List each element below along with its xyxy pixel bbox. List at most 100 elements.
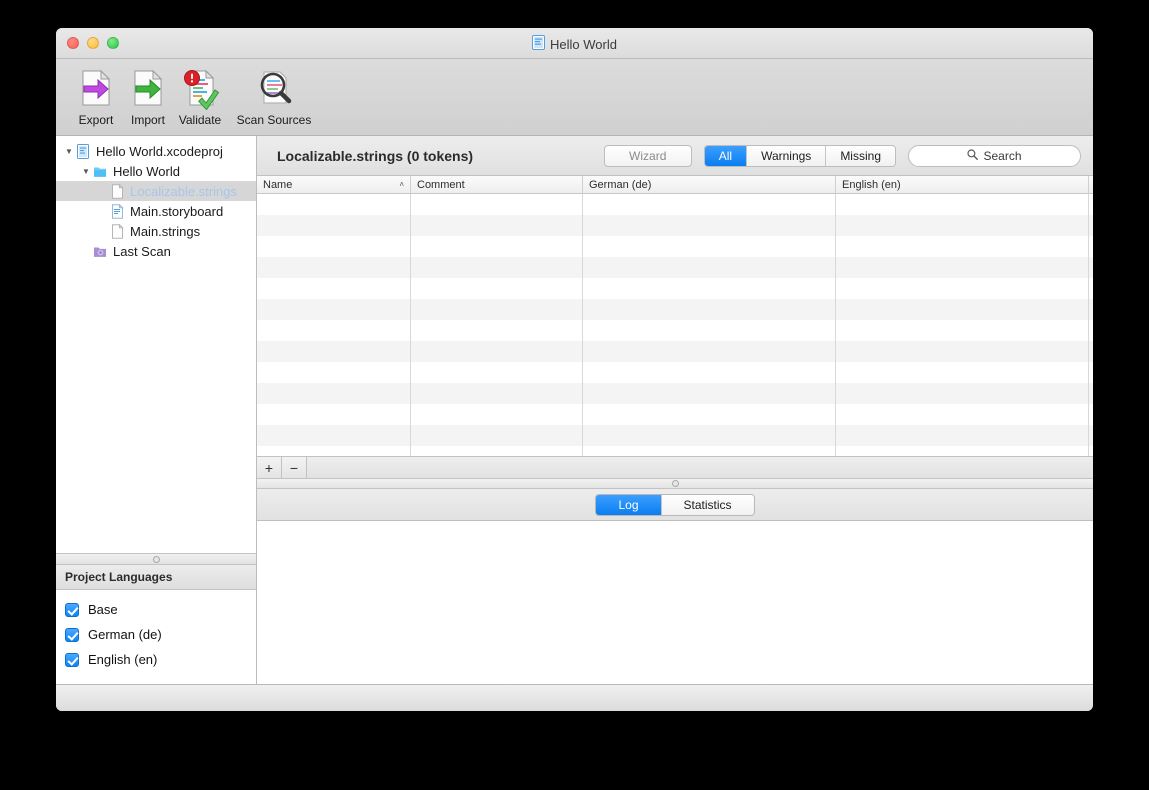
table-cell[interactable] — [411, 362, 583, 383]
language-checkbox[interactable] — [65, 652, 79, 667]
filter-tab-all[interactable]: All — [704, 145, 747, 166]
wizard-button[interactable]: Wizard — [603, 144, 692, 167]
table-cell[interactable] — [583, 320, 836, 341]
tree-item[interactable]: Last Scan — [56, 241, 256, 261]
table-row[interactable] — [257, 320, 1093, 341]
table-cell[interactable] — [257, 236, 411, 257]
table-cell[interactable] — [411, 446, 583, 456]
table-cell[interactable] — [583, 194, 836, 215]
table-cell[interactable] — [836, 404, 1089, 425]
table-row[interactable] — [257, 194, 1093, 215]
table-cell[interactable] — [257, 425, 411, 446]
table-row[interactable] — [257, 236, 1093, 257]
column-header-label: German (de) — [589, 178, 652, 191]
disclosure-triangle-icon[interactable]: ▼ — [79, 167, 93, 176]
table-cell[interactable] — [836, 320, 1089, 341]
search-input[interactable]: Search — [908, 144, 1081, 167]
scan-sources-button[interactable]: Scan Sources — [226, 66, 322, 127]
table-row[interactable] — [257, 383, 1093, 404]
table-cell[interactable] — [583, 299, 836, 320]
table-row[interactable] — [257, 215, 1093, 236]
language-row[interactable]: German (de) — [56, 622, 256, 647]
add-token-button[interactable]: + — [257, 457, 282, 478]
table-row[interactable] — [257, 404, 1093, 425]
table-cell[interactable] — [257, 194, 411, 215]
filter-tab-warnings[interactable]: Warnings — [746, 145, 826, 166]
log-splitter[interactable] — [257, 478, 1093, 489]
table-row[interactable] — [257, 341, 1093, 362]
sidebar-splitter[interactable] — [56, 553, 256, 565]
import-button[interactable]: Import — [122, 66, 174, 127]
table-row[interactable] — [257, 278, 1093, 299]
table-cell[interactable] — [836, 425, 1089, 446]
table-cell[interactable] — [257, 341, 411, 362]
table-cell[interactable] — [583, 446, 836, 456]
table-cell[interactable] — [836, 362, 1089, 383]
table-footer: + − — [257, 456, 1093, 478]
table-cell[interactable] — [411, 236, 583, 257]
table-row[interactable] — [257, 362, 1093, 383]
table-row[interactable] — [257, 299, 1093, 320]
log-tab-log[interactable]: Log — [596, 494, 661, 515]
table-cell[interactable] — [257, 299, 411, 320]
table-cell[interactable] — [411, 299, 583, 320]
table-cell[interactable] — [583, 278, 836, 299]
table-cell[interactable] — [583, 215, 836, 236]
table-row[interactable] — [257, 446, 1093, 456]
table-cell[interactable] — [411, 278, 583, 299]
column-header[interactable]: German (de) — [583, 176, 836, 193]
language-row[interactable]: Base — [56, 597, 256, 622]
column-header[interactable]: Comment — [411, 176, 583, 193]
table-cell[interactable] — [257, 404, 411, 425]
table-cell[interactable] — [257, 446, 411, 456]
table-cell[interactable] — [411, 257, 583, 278]
tree-item[interactable]: Main.storyboard — [56, 201, 256, 221]
tree-item[interactable]: Main.strings — [56, 221, 256, 241]
table-cell[interactable] — [583, 341, 836, 362]
table-cell[interactable] — [583, 404, 836, 425]
table-cell[interactable] — [257, 362, 411, 383]
column-header[interactable]: Name ˄ — [257, 176, 411, 193]
table-cell[interactable] — [411, 215, 583, 236]
table-cell[interactable] — [583, 425, 836, 446]
table-cell[interactable] — [583, 257, 836, 278]
filter-tab-missing[interactable]: Missing — [825, 145, 895, 166]
table-cell[interactable] — [257, 320, 411, 341]
table-row[interactable] — [257, 425, 1093, 446]
table-cell[interactable] — [583, 383, 836, 404]
table-cell[interactable] — [836, 215, 1089, 236]
table-cell[interactable] — [836, 299, 1089, 320]
table-cell[interactable] — [836, 194, 1089, 215]
table-cell[interactable] — [583, 236, 836, 257]
log-tab-statistics[interactable]: Statistics — [660, 494, 754, 515]
table-cell[interactable] — [836, 341, 1089, 362]
tree-item[interactable]: ▼ Hello World.xcodeproj — [56, 141, 256, 161]
column-header[interactable]: English (en) — [836, 176, 1089, 193]
language-row[interactable]: English (en) — [56, 647, 256, 672]
disclosure-triangle-icon[interactable]: ▼ — [62, 147, 76, 156]
table-cell[interactable] — [411, 383, 583, 404]
table-cell[interactable] — [411, 404, 583, 425]
export-button[interactable]: Export — [70, 66, 122, 127]
table-cell[interactable] — [411, 425, 583, 446]
language-checkbox[interactable] — [65, 627, 79, 642]
table-cell[interactable] — [257, 383, 411, 404]
table-cell[interactable] — [836, 236, 1089, 257]
table-cell[interactable] — [583, 362, 836, 383]
table-row[interactable] — [257, 257, 1093, 278]
remove-token-button[interactable]: − — [282, 457, 307, 478]
tree-item[interactable]: ▼ Hello World — [56, 161, 256, 181]
table-cell[interactable] — [836, 383, 1089, 404]
table-cell[interactable] — [257, 257, 411, 278]
validate-button[interactable]: Validate — [174, 66, 226, 127]
table-cell[interactable] — [836, 446, 1089, 456]
table-cell[interactable] — [257, 278, 411, 299]
table-cell[interactable] — [257, 215, 411, 236]
table-cell[interactable] — [836, 257, 1089, 278]
table-cell[interactable] — [836, 278, 1089, 299]
table-cell[interactable] — [411, 341, 583, 362]
language-checkbox[interactable] — [65, 602, 79, 617]
table-cell[interactable] — [411, 194, 583, 215]
tree-item[interactable]: Localizable.strings — [56, 181, 256, 201]
table-cell[interactable] — [411, 320, 583, 341]
